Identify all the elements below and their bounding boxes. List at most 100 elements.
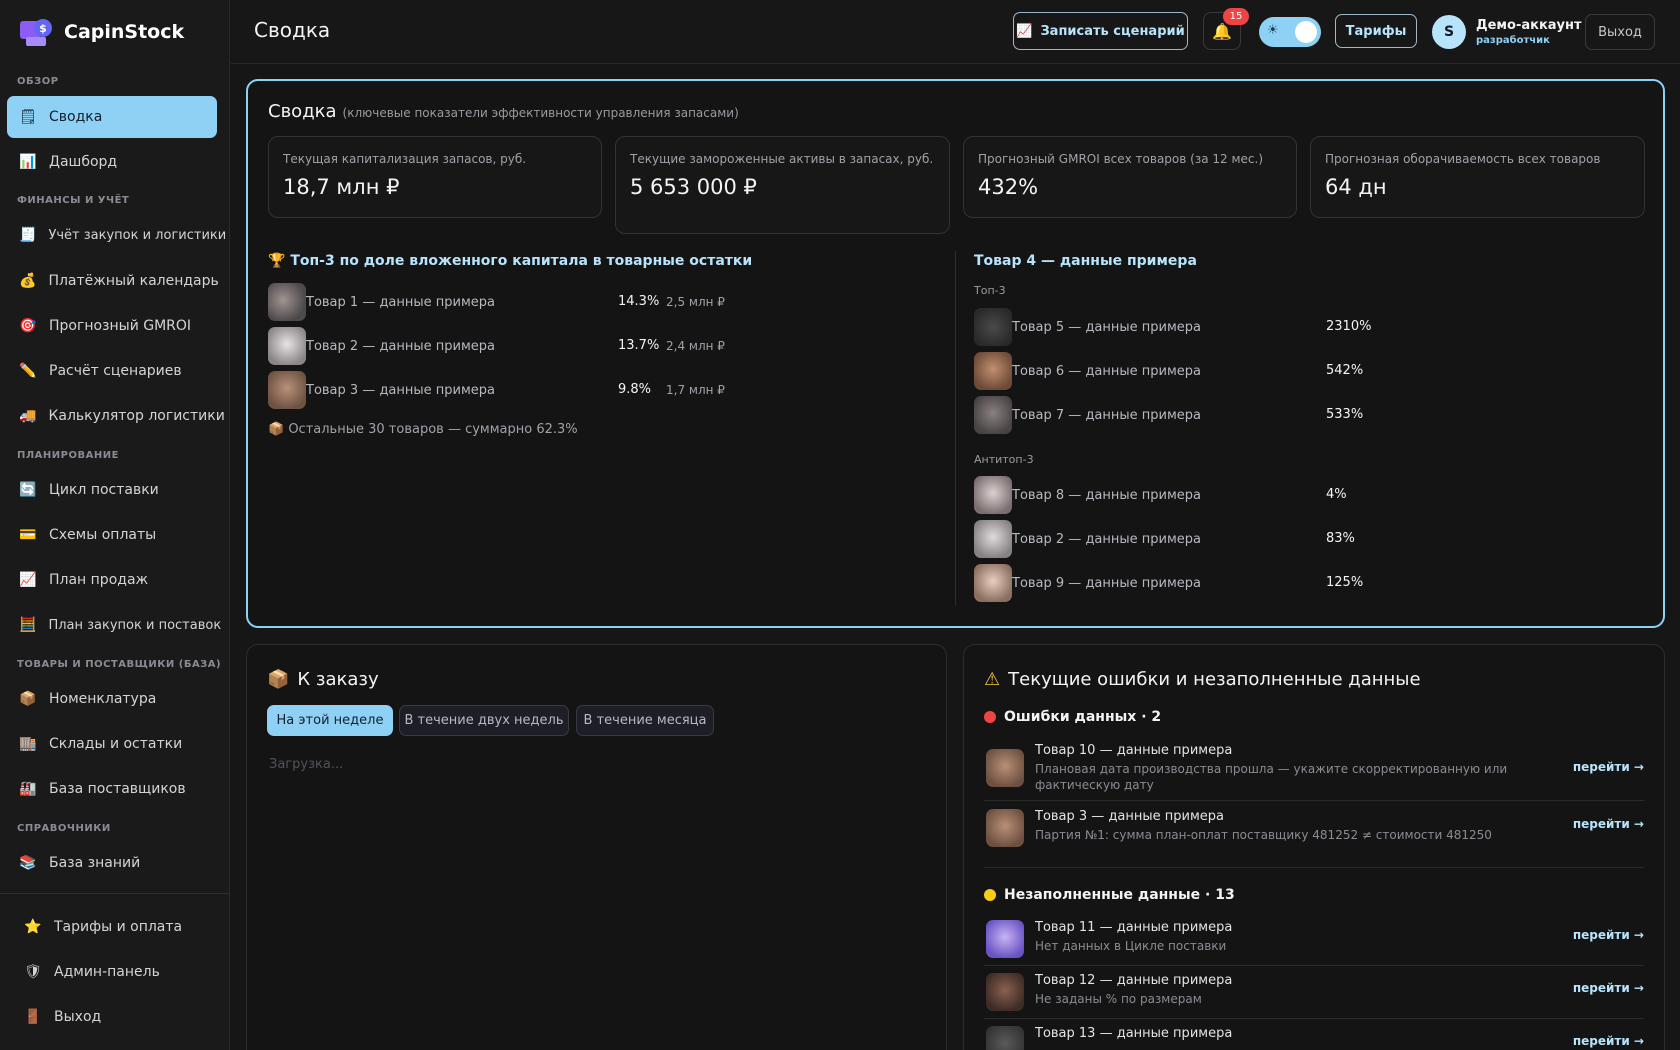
- star-icon: ⭐: [24, 919, 42, 935]
- box-icon: 📦: [268, 422, 285, 437]
- amount-value: 2,5 млн ₽: [666, 295, 725, 309]
- sidebar-item-sales-plan[interactable]: 📈 План продаж: [7, 559, 217, 601]
- theme-toggle[interactable]: ☀: [1259, 17, 1321, 47]
- trend-icon: 📈: [19, 572, 37, 588]
- missing-item[interactable]: Товар 13 — данные примера перейти →: [984, 1026, 1644, 1050]
- sidebar-item-suppliers[interactable]: 🏭 База поставщиков: [7, 768, 217, 810]
- go-link[interactable]: перейти →: [1573, 1034, 1644, 1048]
- sidebar-item-summary[interactable]: 🗒 Сводка: [7, 96, 217, 138]
- sidebar-section-products: ТОВАРЫ И ПОСТАВЩИКИ (БАЗА): [17, 659, 222, 670]
- antitop-label: Антитоп-3: [974, 453, 1034, 466]
- row-divider: [984, 965, 1644, 966]
- sidebar-item-tariffs[interactable]: ⭐ Тарифы и оплата: [12, 906, 222, 948]
- gmroi-value: 4%: [1326, 487, 1347, 502]
- red-dot-icon: [984, 711, 996, 723]
- calendar-icon: 🧮: [19, 617, 37, 633]
- summary-title: Сводка (ключевые показатели эффективности…: [268, 101, 739, 122]
- record-scenario-button[interactable]: 📈 Записать сценарий: [1013, 12, 1188, 50]
- sidebar-section-overview: ОБЗОР: [17, 76, 59, 87]
- sidebar-item-nomenclature[interactable]: 📦 Номенклатура: [7, 678, 217, 720]
- sidebar-item-payment-schemes[interactable]: 💳 Схемы оплаты: [7, 514, 217, 556]
- error-item[interactable]: Товар 3 — данные примера Партия №1: сумм…: [984, 809, 1644, 853]
- receipt-icon: 🧾: [19, 227, 37, 243]
- sidebar-item-gmroi[interactable]: 🎯 Прогнозный GMROI: [7, 305, 217, 347]
- tariffs-button[interactable]: Тарифы: [1335, 14, 1417, 48]
- order-card: 📦 К заказу На этой неделе В течение двух …: [246, 644, 947, 1050]
- share-value: 14.3%: [618, 294, 660, 309]
- product-thumbnail: [974, 396, 1012, 434]
- notification-count-badge: 15: [1223, 8, 1249, 25]
- list-item[interactable]: Товар 9 — данные примера: [974, 564, 1201, 602]
- tab-two-weeks[interactable]: В течение двух недель: [399, 705, 569, 736]
- list-item[interactable]: Товар 1 — данные примера: [268, 283, 495, 321]
- box-icon: 📦: [267, 669, 290, 690]
- kpi-gmroi: Прогнозный GMROI всех товаров (за 12 мес…: [963, 136, 1297, 218]
- list-item[interactable]: Товар 8 — данные примера: [974, 476, 1201, 514]
- top3-title: 🏆 Топ-3 по доле вложенного капитала в то…: [268, 253, 753, 269]
- sidebar-section-finance: ФИНАНСЫ И УЧЁТ: [17, 195, 130, 206]
- topbar: Сводка 📈 Записать сценарий 🔔 15 ☀ Тарифы…: [231, 0, 1680, 64]
- sidebar-item-payment-calendar[interactable]: 💰 Платёжный календарь: [7, 260, 219, 302]
- app-logo[interactable]: $ CapinStock: [18, 16, 184, 48]
- warehouse-icon: 🏬: [19, 736, 37, 752]
- gmroi-value: 2310%: [1326, 319, 1372, 334]
- toggle-knob: [1295, 21, 1317, 43]
- gmroi-value: 125%: [1326, 575, 1364, 590]
- product-thumbnail: [986, 973, 1024, 1011]
- sidebar-item-logout[interactable]: 🚪 Выход: [12, 996, 222, 1038]
- app-root: $ CapinStock ОБЗОР 🗒 Сводка 📊 Дашборд ФИНА…: [0, 0, 1680, 1050]
- gmroi-section-title[interactable]: Товар 4 — данные примера: [974, 253, 1197, 269]
- product-thumbnail: [268, 327, 306, 365]
- list-item[interactable]: Товар 7 — данные примера: [974, 396, 1201, 434]
- list-item[interactable]: Товар 5 — данные примера: [974, 308, 1201, 346]
- product-thumbnail: [986, 1026, 1024, 1050]
- product-thumbnail: [974, 476, 1012, 514]
- pencil-icon: ✏️: [19, 363, 37, 379]
- go-link[interactable]: перейти →: [1573, 817, 1644, 831]
- go-link[interactable]: перейти →: [1573, 928, 1644, 942]
- tab-this-week[interactable]: На этой неделе: [267, 705, 393, 736]
- sidebar-item-admin[interactable]: 🛡 Админ-панель: [12, 951, 222, 993]
- share-value: 9.8%: [618, 382, 652, 397]
- list-item[interactable]: Товар 2 — данные примера: [268, 327, 495, 365]
- sun-icon: ☀: [1267, 23, 1279, 38]
- order-title: 📦 К заказу: [267, 669, 379, 690]
- avatar[interactable]: S: [1432, 15, 1466, 49]
- sidebar-item-purchases[interactable]: 🧾 Учёт закупок и логистики: [7, 214, 226, 256]
- product-thumbnail: [974, 308, 1012, 346]
- error-item[interactable]: Товар 10 — данные примера Плановая дата …: [984, 743, 1644, 793]
- product-thumbnail: [986, 749, 1024, 787]
- missing-item[interactable]: Товар 12 — данные примера Не заданы % по…: [984, 973, 1644, 1017]
- factory-icon: 🏭: [19, 781, 37, 797]
- sidebar-divider: [0, 893, 230, 894]
- books-icon: 📚: [19, 855, 37, 871]
- gmroi-value: 533%: [1326, 407, 1364, 422]
- amount-value: 2,4 млн ₽: [666, 339, 725, 353]
- errors-card: ⚠ Текущие ошибки и незаполненные данные О…: [963, 644, 1665, 1050]
- kpi-capitalization: Текущая капитализация запасов, руб. 18,7…: [268, 136, 602, 218]
- gmroi-value: 83%: [1326, 531, 1355, 546]
- sidebar-item-supply-cycle[interactable]: 🔄 Цикл поставки: [7, 469, 217, 511]
- sidebar-item-logistics-calc[interactable]: 🚚 Калькулятор логистики: [7, 395, 225, 437]
- sidebar-item-scenarios[interactable]: ✏️ Расчёт сценариев: [7, 350, 217, 392]
- door-icon: 🚪: [24, 1009, 42, 1025]
- bar-chart-icon: 📊: [19, 154, 37, 170]
- list-item[interactable]: Товар 2 — данные примера: [974, 520, 1201, 558]
- product-thumbnail: [268, 371, 306, 409]
- list-item[interactable]: Товар 3 — данные примера: [268, 371, 495, 409]
- user-name: Демо-аккаунт: [1476, 18, 1582, 33]
- gmroi-value: 542%: [1326, 363, 1364, 378]
- sidebar-item-purchase-plan[interactable]: 🧮 План закупок и поставок: [7, 604, 221, 646]
- list-item[interactable]: Товар 6 — данные примера: [974, 352, 1201, 390]
- tab-month[interactable]: В течение месяца: [576, 705, 714, 736]
- truck-icon: 🚚: [19, 408, 37, 424]
- sidebar-item-warehouses[interactable]: 🏬 Склады и остатки: [7, 723, 217, 765]
- missing-item[interactable]: Товар 11 — данные примера Нет данных в Ц…: [984, 920, 1644, 964]
- sidebar-item-knowledge-base[interactable]: 📚 База знаний: [7, 842, 217, 884]
- sidebar-item-dashboard[interactable]: 📊 Дашборд: [7, 141, 217, 183]
- card-icon: 💳: [19, 527, 37, 543]
- go-link[interactable]: перейти →: [1573, 760, 1644, 774]
- go-link[interactable]: перейти →: [1573, 981, 1644, 995]
- logout-button[interactable]: Выход: [1585, 14, 1655, 50]
- column-divider: [955, 251, 956, 606]
